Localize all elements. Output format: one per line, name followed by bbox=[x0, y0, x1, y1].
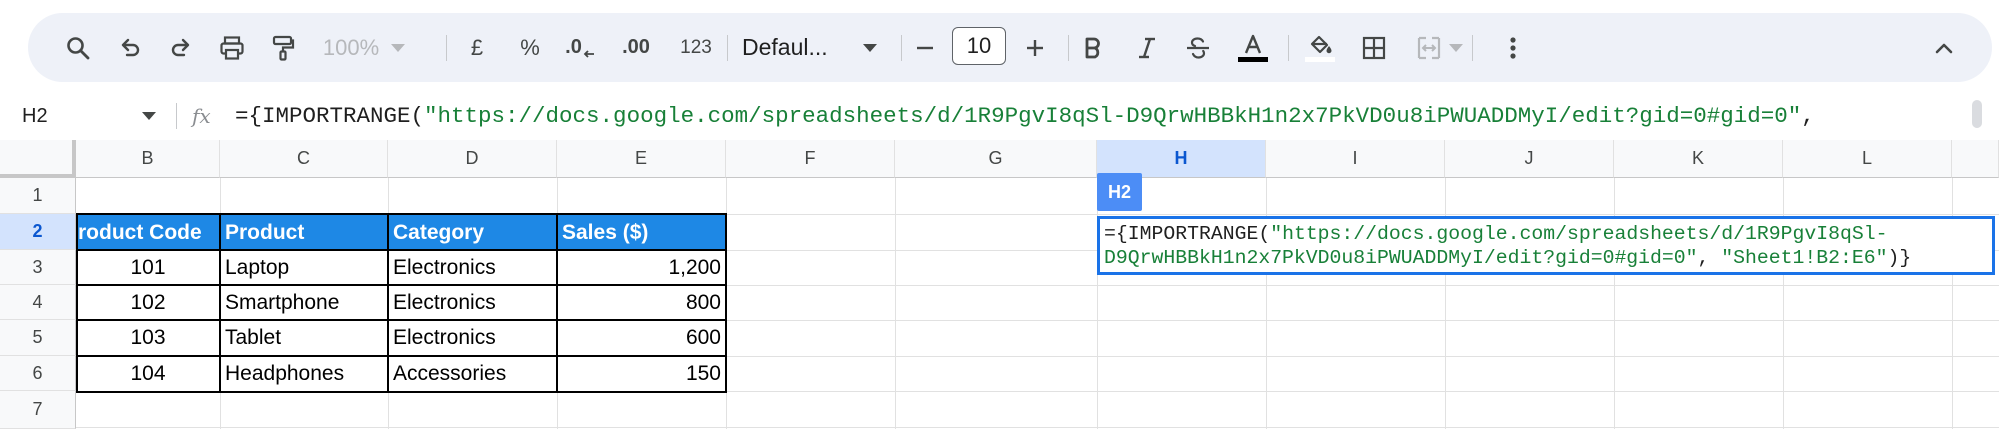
row-header-5[interactable]: 5 bbox=[0, 320, 76, 356]
column-header-i[interactable]: I bbox=[1266, 140, 1445, 178]
arrow-left-icon bbox=[583, 49, 594, 58]
paint-format-icon[interactable] bbox=[261, 13, 305, 82]
column-header-k[interactable]: K bbox=[1614, 140, 1783, 178]
toolbar-divider bbox=[1288, 35, 1289, 61]
print-icon[interactable] bbox=[210, 13, 254, 82]
select-all-corner[interactable] bbox=[0, 140, 76, 178]
column-header-b[interactable]: B bbox=[76, 140, 220, 178]
column-header-j[interactable]: J bbox=[1445, 140, 1614, 178]
gridline bbox=[76, 427, 1999, 428]
table-border bbox=[76, 284, 727, 286]
table-border bbox=[76, 213, 727, 393]
currency-format-button[interactable]: £ bbox=[455, 13, 499, 82]
borders-icon[interactable] bbox=[1352, 13, 1396, 82]
more-formats-button[interactable]: 123 bbox=[674, 13, 718, 82]
italic-icon[interactable] bbox=[1125, 13, 1169, 82]
fill-color-icon[interactable] bbox=[1298, 13, 1342, 82]
active-cell-tag: H2 bbox=[1097, 173, 1142, 211]
bold-icon[interactable] bbox=[1071, 13, 1115, 82]
redo-icon[interactable] bbox=[159, 13, 203, 82]
increase-decimal-button[interactable]: .00 bbox=[610, 13, 662, 82]
column-header-c[interactable]: C bbox=[220, 140, 388, 178]
column-header-m[interactable] bbox=[1952, 140, 1999, 178]
row-header-2[interactable]: 2 bbox=[0, 214, 76, 250]
column-header-g[interactable]: G bbox=[895, 140, 1097, 178]
formula-bar-scrollbar[interactable] bbox=[1972, 100, 1982, 128]
table-border bbox=[556, 213, 558, 393]
toolbar-divider bbox=[901, 35, 902, 61]
toolbar-divider bbox=[727, 35, 728, 61]
formula-bar: H2 fx ={IMPORTRANGE("https://docs.google… bbox=[0, 95, 1999, 137]
row-header-7[interactable]: 7 bbox=[0, 391, 76, 429]
column-header-e[interactable]: E bbox=[557, 140, 726, 178]
formula-input[interactable]: ={IMPORTRANGE("https://docs.google.com/s… bbox=[235, 95, 1815, 137]
table-border bbox=[387, 213, 389, 393]
search-menus-icon[interactable] bbox=[56, 13, 100, 82]
name-box[interactable]: H2 bbox=[22, 95, 48, 137]
name-box-dropdown-icon[interactable] bbox=[140, 95, 158, 137]
column-header-f[interactable]: F bbox=[726, 140, 895, 178]
row-header-6[interactable]: 6 bbox=[0, 356, 76, 391]
table-border bbox=[76, 319, 727, 321]
toolbar: 100% £ % .0 .00 123 Defaul... 10 bbox=[28, 13, 1992, 82]
sheet-grid: B C D E F G H I J K L 1 2 3 4 5 6 7 rodu… bbox=[0, 140, 1999, 429]
text-color-icon[interactable] bbox=[1231, 13, 1275, 82]
table-border bbox=[219, 213, 221, 393]
toolbar-divider bbox=[1068, 35, 1069, 61]
percent-format-button[interactable]: % bbox=[508, 13, 552, 82]
row-header-1[interactable]: 1 bbox=[0, 178, 76, 214]
font-select[interactable]: Defaul... bbox=[742, 13, 872, 82]
zoom-value: 100% bbox=[322, 34, 380, 60]
zoom-dropdown-icon[interactable] bbox=[389, 13, 407, 82]
table-border bbox=[76, 249, 727, 251]
column-header-l[interactable]: L bbox=[1783, 140, 1952, 178]
font-dropdown-icon[interactable] bbox=[861, 13, 879, 82]
font-size-input[interactable]: 10 bbox=[952, 27, 1006, 65]
row-header-3[interactable]: 3 bbox=[0, 250, 76, 285]
merge-cells-icon[interactable] bbox=[1407, 13, 1451, 82]
strikethrough-icon[interactable] bbox=[1176, 13, 1220, 82]
table-border bbox=[76, 355, 727, 357]
decrease-decimal-button[interactable]: .0 bbox=[558, 13, 602, 82]
toolbar-divider bbox=[446, 35, 447, 61]
row-header-4[interactable]: 4 bbox=[0, 285, 76, 320]
merge-dropdown-icon[interactable] bbox=[1447, 13, 1465, 82]
cell-editor-h2[interactable]: ={IMPORTRANGE("https://docs.google.com/s… bbox=[1097, 216, 1995, 275]
column-header-d[interactable]: D bbox=[388, 140, 557, 178]
toolbar-divider bbox=[1472, 35, 1473, 61]
undo-icon[interactable] bbox=[108, 13, 152, 82]
fx-icon: fx bbox=[192, 104, 211, 128]
increase-font-size-icon[interactable] bbox=[1013, 13, 1057, 82]
zoom-select[interactable]: 100% bbox=[321, 13, 381, 82]
formula-bar-divider bbox=[176, 103, 177, 129]
decrease-font-size-icon[interactable] bbox=[903, 13, 947, 82]
more-options-icon[interactable] bbox=[1491, 13, 1535, 82]
collapse-toolbar-icon[interactable] bbox=[1922, 13, 1966, 82]
